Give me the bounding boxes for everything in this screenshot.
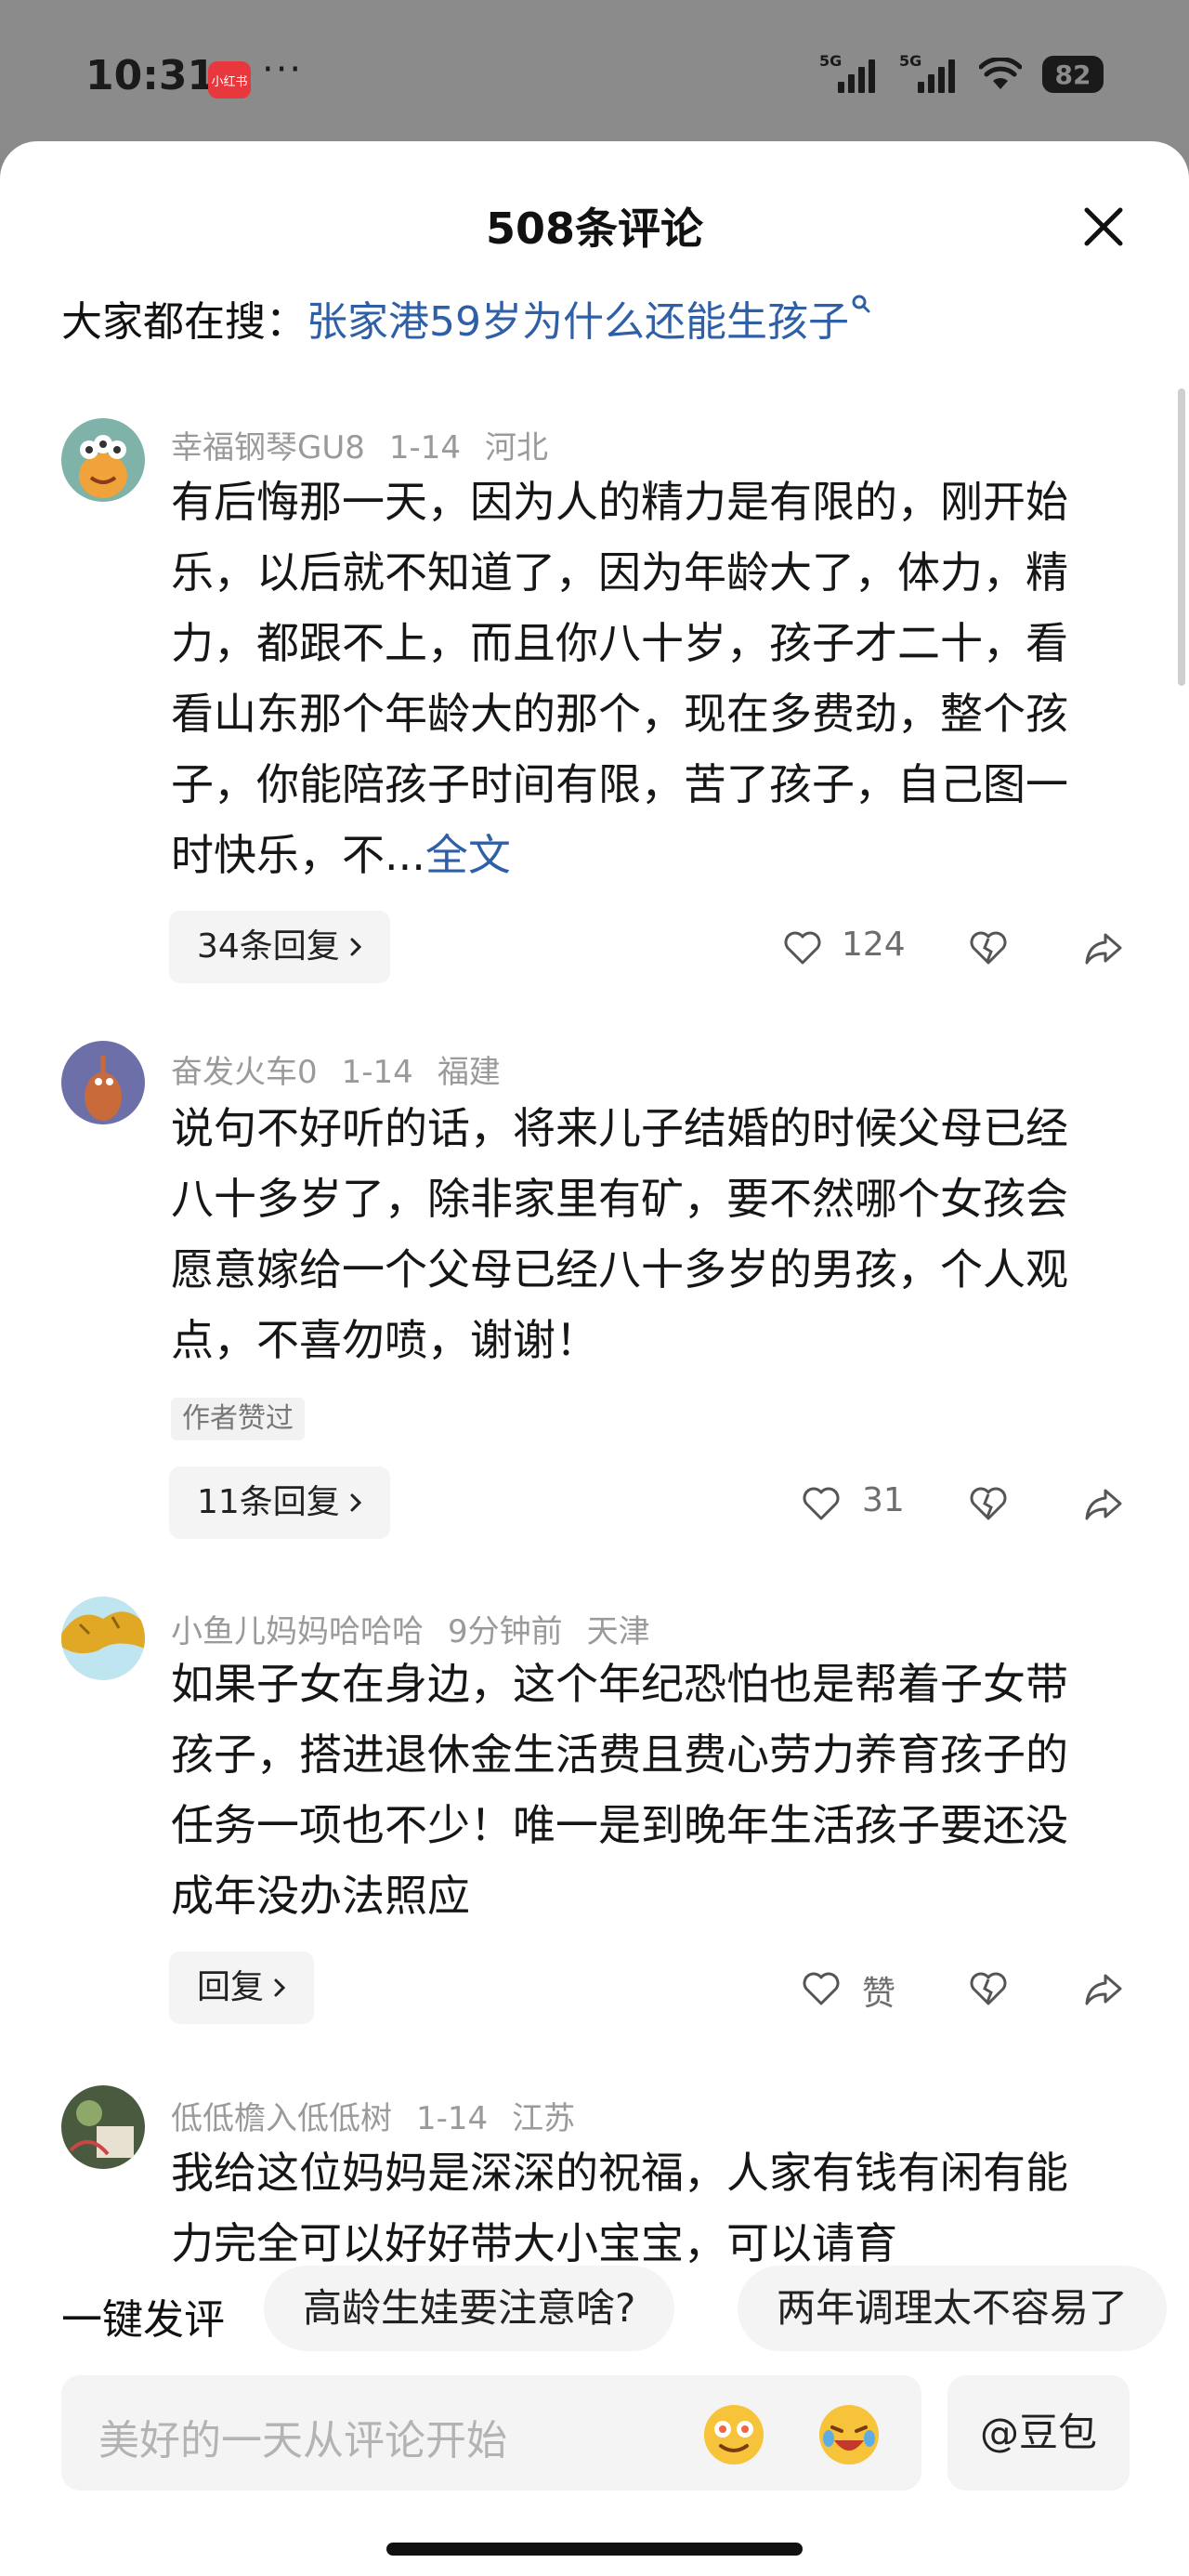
laughing-crying-emoji-icon[interactable] (816, 2401, 882, 2468)
quick-comment-chip[interactable]: 两年调理太不容易了 (738, 2266, 1168, 2351)
status-time: 10:31 (85, 52, 216, 99)
cell-signal-1-icon: 5G (819, 52, 879, 93)
quick-comment-label: 一键发评 (61, 2296, 225, 2344)
comment-input-bar: 美好的一天从评论开始 @豆包 (0, 2370, 1189, 2509)
app-notification-icon: 小红书 (208, 61, 251, 99)
cell-signal-2-icon: 5G (899, 52, 959, 93)
wifi-icon (979, 58, 1022, 89)
status-icons: 5G 5G 82 (819, 52, 1104, 93)
comment-location: 江苏 (512, 2100, 576, 2137)
comment-username[interactable]: 低低檐入低低树 (171, 2100, 392, 2137)
comment-meta: 低低檐入低低树 1-14 江苏 (171, 2093, 575, 2138)
more-notifications-icon: ··· (262, 48, 304, 91)
comment-input[interactable]: 美好的一天从评论开始 (61, 2375, 921, 2491)
comment-item: 低低檐入低低树 1-14 江苏 我给这位妈妈是深深的祝福，人家有钱有闲有能力完全可以… (0, 141, 1189, 2266)
comment-text[interactable]: 我给这位妈妈是深深的祝福，人家有钱有闲有能力完全可以好好带大小宝宝，可以请育 (171, 2137, 1100, 2266)
star-eyes-emoji-icon[interactable] (700, 2401, 767, 2468)
comment-date: 1-14 (416, 2100, 489, 2137)
status-bar: 10:31 小红书 ··· 5G 5G 82 (0, 0, 1189, 149)
quick-comment-bar: 一键发评 高龄生娃要注意啥? 两年调理太不容易了 (0, 2266, 1189, 2355)
comment-sheet: 508条评论 大家都在搜：张家港59岁为什么还能生孩子 幸福钢琴GU8 1-14 河… (0, 141, 1189, 2576)
home-indicator[interactable] (386, 2543, 803, 2556)
battery-icon: 82 (1042, 56, 1104, 93)
avatar[interactable] (61, 2085, 145, 2169)
quick-comment-chip[interactable]: 高龄生娃要注意啥? (264, 2266, 675, 2351)
mention-doubao-button[interactable]: @豆包 (947, 2375, 1130, 2491)
comment-input-placeholder: 美好的一天从评论开始 (98, 2417, 507, 2464)
